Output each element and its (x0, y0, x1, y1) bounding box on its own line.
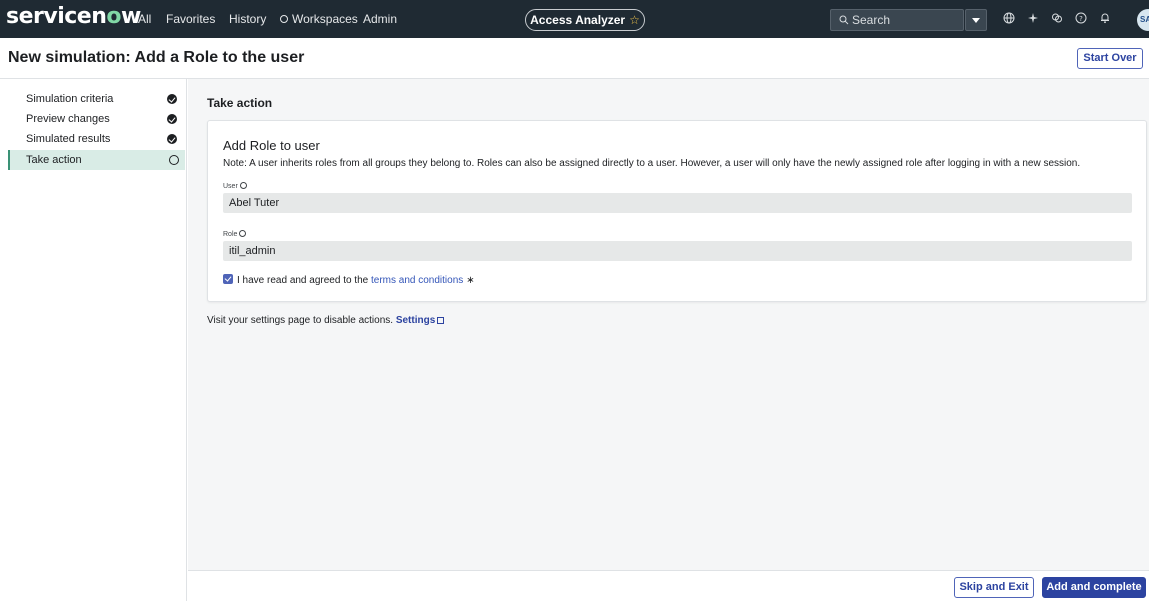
settings-hint-text: Visit your settings page to disable acti… (207, 315, 394, 326)
globe-icon[interactable] (1002, 12, 1016, 26)
nav-workspaces-label: Workspaces (292, 12, 358, 26)
required-asterisk: ∗ (466, 275, 475, 286)
card-note: Note: A user inherits roles from all gro… (223, 158, 1081, 169)
svg-text:?: ? (1079, 15, 1083, 23)
settings-hint: Visit your settings page to disable acti… (207, 315, 445, 327)
search-scope-dropdown[interactable] (965, 9, 987, 31)
chevron-down-icon (972, 18, 980, 23)
step-label: Simulation criteria (26, 93, 114, 105)
check-circle-icon (167, 114, 177, 124)
nav-all[interactable]: All (138, 12, 151, 26)
step-take-action[interactable]: Take action (8, 150, 185, 170)
help-icon[interactable]: ? (1074, 12, 1088, 26)
access-analyzer-pill[interactable]: Access Analyzer ☆ (525, 9, 645, 31)
empty-circle-icon (169, 155, 179, 165)
add-and-complete-button[interactable]: Add and complete (1042, 577, 1146, 598)
section-title: Take action (207, 96, 273, 110)
nav-workspaces[interactable]: Workspaces (280, 12, 358, 26)
main-content: Take action Add Role to user Note: A use… (188, 79, 1149, 570)
step-navigation: Simulation criteria Preview changes Simu… (0, 79, 187, 601)
user-label-text: User (223, 183, 238, 190)
start-over-button[interactable]: Start Over (1077, 48, 1143, 69)
servicenow-logo[interactable]: servicenow (6, 2, 141, 32)
page-header: New simulation: Add a Role to the user S… (0, 38, 1149, 79)
info-icon[interactable] (239, 230, 247, 237)
logo-text-o: o (106, 4, 121, 29)
check-circle-icon (167, 134, 177, 144)
chat-icon[interactable] (1050, 12, 1064, 26)
user-field[interactable]: Abel Tuter (223, 193, 1132, 213)
access-analyzer-label: Access Analyzer (530, 13, 626, 27)
logo-text-prefix: servicen (6, 4, 107, 29)
sparkle-icon[interactable] (1026, 12, 1040, 26)
search-icon (839, 15, 849, 25)
add-role-card: Add Role to user Note: A user inherits r… (207, 120, 1147, 302)
nav-history[interactable]: History (229, 12, 266, 26)
step-simulation-criteria[interactable]: Simulation criteria (8, 89, 185, 109)
terms-agreement: I have read and agreed to the terms and … (223, 274, 475, 287)
check-circle-icon (167, 94, 177, 104)
user-avatar[interactable]: SA (1137, 9, 1149, 31)
favorite-star-icon[interactable]: ☆ (629, 13, 640, 27)
step-label: Simulated results (26, 133, 111, 145)
step-label: Preview changes (26, 113, 110, 125)
info-icon[interactable] (239, 182, 247, 189)
page-title: New simulation: Add a Role to the user (8, 49, 305, 66)
card-title: Add Role to user (223, 138, 320, 153)
role-field-label: Role (223, 230, 247, 239)
role-field[interactable]: itil_admin (223, 241, 1132, 261)
step-label: Take action (26, 154, 82, 166)
step-preview-changes[interactable]: Preview changes (8, 109, 185, 129)
terms-checkbox[interactable] (223, 274, 233, 284)
workspaces-circle-icon (280, 15, 288, 23)
step-simulated-results[interactable]: Simulated results (8, 129, 185, 149)
external-link-icon (437, 317, 445, 324)
bell-icon[interactable] (1098, 12, 1112, 26)
search-placeholder: Search (852, 13, 891, 27)
footer-bar: Skip and Exit Add and complete (188, 570, 1149, 601)
terms-link[interactable]: terms and conditions (371, 275, 463, 286)
user-field-label: User (223, 182, 247, 191)
skip-and-exit-button[interactable]: Skip and Exit (954, 577, 1034, 598)
top-navigation-bar: servicenow All Favorites History Workspa… (0, 0, 1149, 38)
global-search-input[interactable]: Search (830, 9, 964, 31)
agree-text: I have read and agreed to the (237, 275, 369, 286)
nav-admin[interactable]: Admin (363, 12, 397, 26)
role-label-text: Role (223, 231, 238, 238)
nav-favorites[interactable]: Favorites (166, 12, 215, 26)
settings-link[interactable]: Settings (396, 315, 435, 326)
